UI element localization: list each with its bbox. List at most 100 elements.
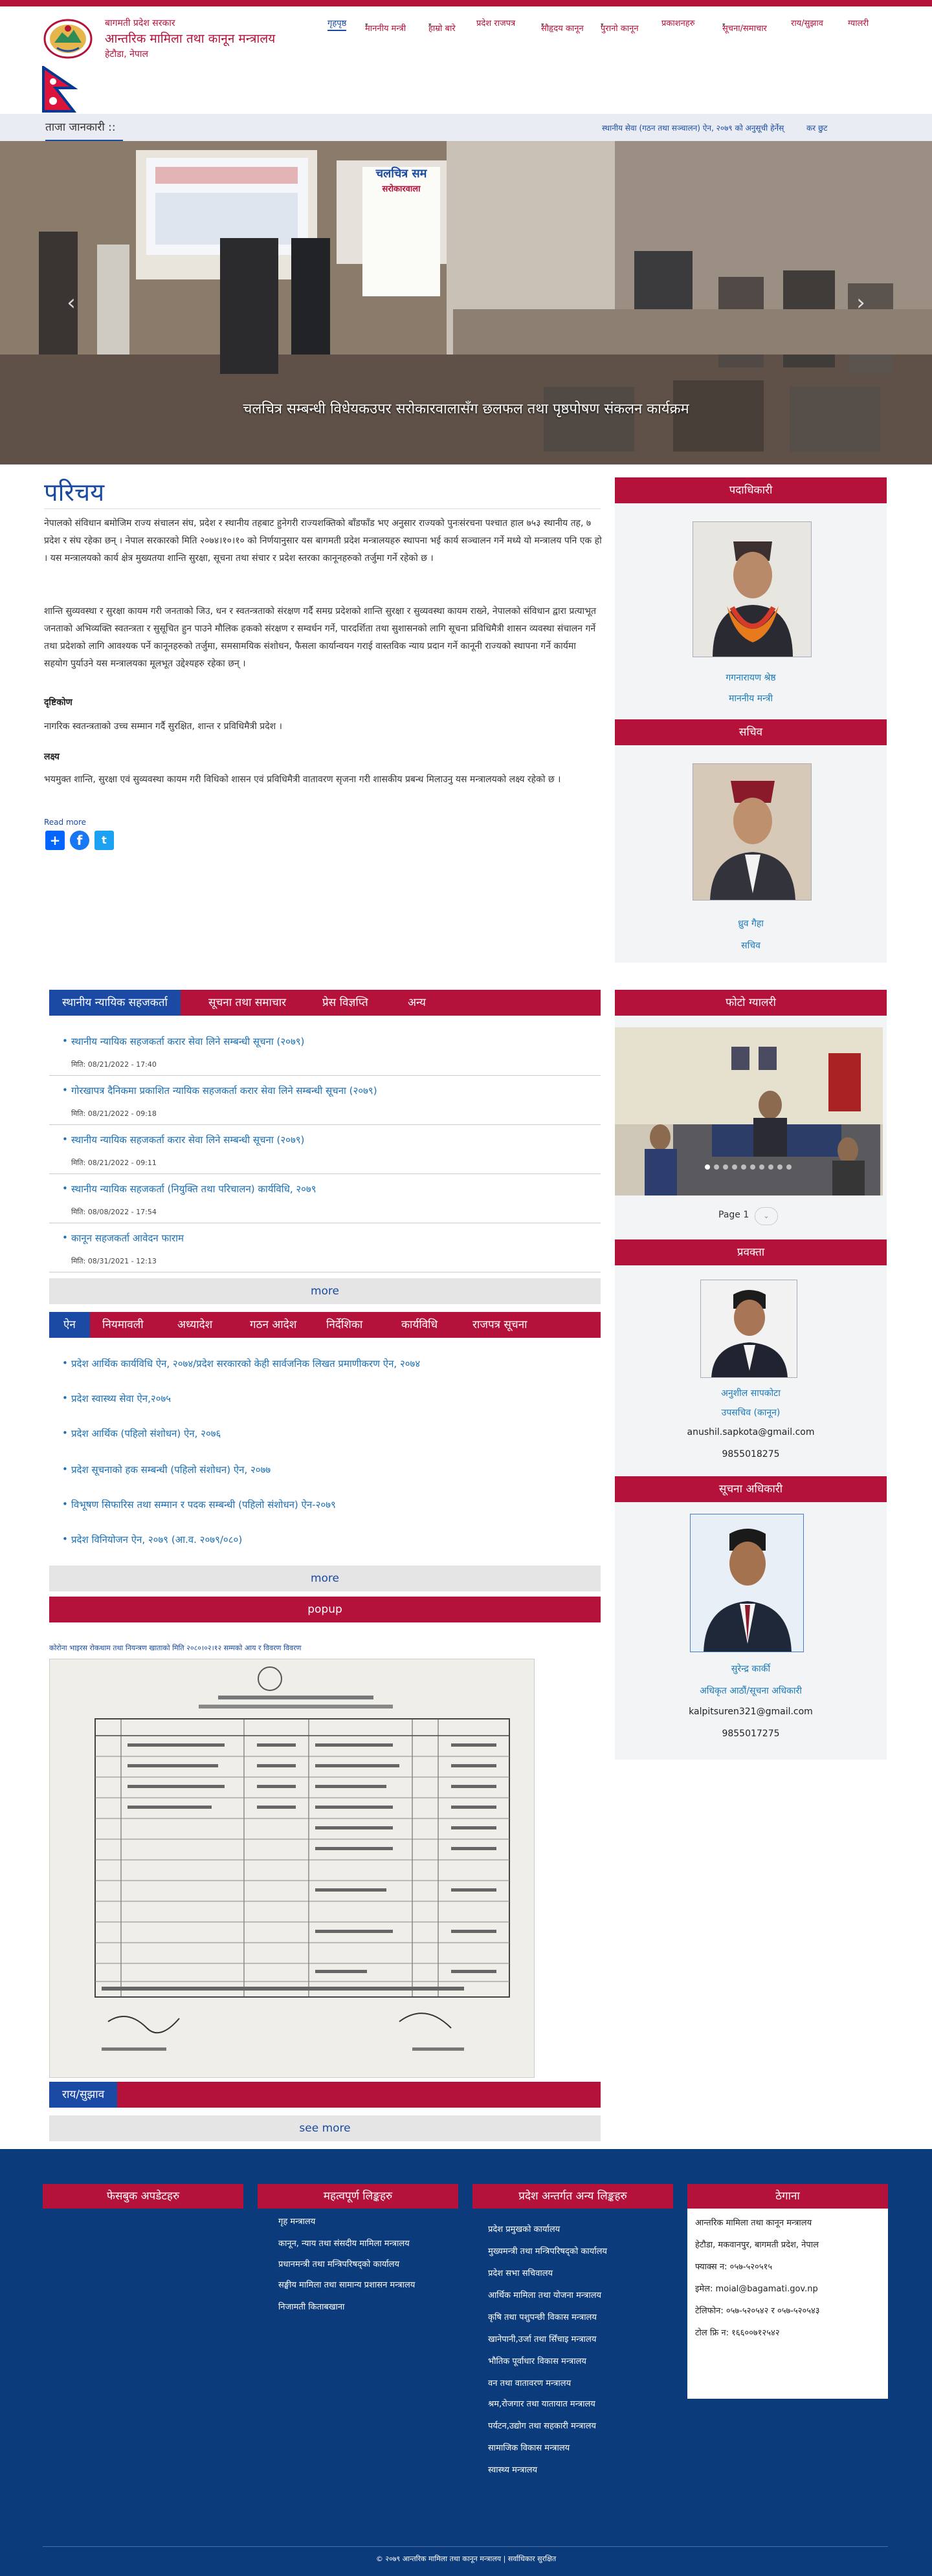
divider <box>43 2546 888 2547</box>
info-officer-phone: 9855017275 <box>722 1729 780 1739</box>
province-link[interactable]: कृषि तथा पशुपन्छी विकास मन्त्रालय <box>488 2311 597 2322</box>
minister-name[interactable]: गगनारायण श्रेष्ठ <box>615 671 887 684</box>
share-plus-icon[interactable]: + <box>45 831 65 850</box>
slider-next-arrow-icon[interactable]: › <box>848 290 874 316</box>
ticker-label: ताजा जानकारी :: <box>45 114 125 141</box>
photo-gallery-image[interactable] <box>615 1027 883 1195</box>
see-more-button[interactable]: see more <box>49 2115 601 2141</box>
government-emblem-logo[interactable] <box>43 18 93 60</box>
tab-press-release[interactable]: प्रेस विज्ञप्ति <box>309 990 381 1016</box>
tab-ordinances[interactable]: अध्यादेश <box>164 1312 225 1338</box>
info-officer-photo <box>690 1514 804 1652</box>
province-link[interactable]: आर्थिक मामिला तथा योजना मन्त्रालय <box>488 2289 601 2300</box>
divider <box>49 1075 601 1076</box>
chevron-down-icon: ▾ <box>601 22 604 28</box>
province-link[interactable]: प्रदेश सभा सचिवालय <box>488 2267 553 2278</box>
nav-feedback[interactable]: राय/सुझाव <box>791 17 823 28</box>
province-link[interactable]: भौतिक पूर्वाधार विकास मन्त्रालय <box>488 2355 586 2366</box>
news-item-link[interactable]: स्थानीय न्यायिक सहजकर्ता (नियुक्ति तथा प… <box>62 1183 316 1195</box>
laws-more-button[interactable]: more <box>49 1566 601 1591</box>
address-line: टोल फ्रि न: १६६००७१२५४२ <box>695 2328 780 2338</box>
act-link[interactable]: प्रदेश आर्थिक (पहिलो संशोधन) ऐन, २०७६ <box>62 1427 221 1440</box>
tab-directives[interactable]: निर्देशिका <box>313 1312 375 1338</box>
goal-heading: लक्ष्य <box>44 752 60 762</box>
news-item-link[interactable]: कानून सहजकर्ता आवेदन फाराम <box>62 1232 184 1245</box>
tab-feedback[interactable]: राय/सुझाव <box>49 2082 118 2108</box>
news-date: मिति: 08/21/2022 - 17:40 <box>71 1060 157 1069</box>
news-ticker: ताजा जानकारी :: स्थानीय सेवा (गठन तथा सञ… <box>0 114 932 141</box>
address-line: आन्तरिक मामिला तथा कानून मन्त्रालय <box>695 2218 812 2228</box>
spokesperson-email[interactable]: anushil.sapkota@gmail.com <box>615 1427 887 1437</box>
province-link[interactable]: सामाजिक विकास मन्त्रालय <box>488 2441 570 2453</box>
footer-link[interactable]: कानून, न्याय तथा संसदीय मामिला मन्त्रालय <box>278 2237 410 2249</box>
province-link[interactable]: पर्यटन,उद्योग तथा सहकारी मन्त्रालय <box>488 2419 596 2431</box>
news-item-link[interactable]: स्थानीय न्यायिक सहजकर्ता करार सेवा लिने … <box>62 1133 304 1146</box>
facebook-updates-heading: फेसबुक अपडेटहरु <box>43 2184 243 2209</box>
info-officer-email[interactable]: kalpitsuren321@gmail.com <box>615 1707 887 1717</box>
tab-judicial-facilitator[interactable]: स्थानीय न्यायिक सहजकर्ता <box>49 990 181 1016</box>
province-link[interactable]: स्वास्थ्य मन्त्रालय <box>488 2463 537 2475</box>
secretary-name[interactable]: ध्रुव गैहा <box>615 917 887 930</box>
secretary-photo <box>693 763 812 901</box>
spokesperson-heading: प्रवक्ता <box>615 1239 887 1265</box>
tab-procedures[interactable]: कार्यविधि <box>388 1312 450 1338</box>
tab-acts[interactable]: ऐन <box>49 1312 90 1338</box>
province-link[interactable]: खानेपानी,उर्जा तथा सिँचाइ मन्त्रालय <box>488 2333 596 2344</box>
chevron-down-icon: ▾ <box>541 22 544 28</box>
act-link[interactable]: प्रदेश विनियोजन ऐन, २०७९ (आ.व. २०७९/०८०) <box>62 1533 242 1546</box>
province-links-heading: प्रदेश अन्तर्गत अन्य लिङ्कहरु <box>472 2184 673 2209</box>
popup-caption-link[interactable]: कोरोना भाइरस रोकथाम तथा नियन्त्रण खाताको… <box>49 1643 302 1653</box>
top-accent-stripe <box>0 0 932 6</box>
act-link[interactable]: प्रदेश आर्थिक कार्यविधि ऐन, २०७४/प्रदेश … <box>62 1357 420 1370</box>
act-link[interactable]: प्रदेश स्वास्थ्य सेवा ऐन,२०७५ <box>62 1392 171 1405</box>
info-officer-name[interactable]: सुरेन्द्र कार्की <box>615 1663 887 1675</box>
gallery-dots[interactable] <box>704 1161 795 1170</box>
footer-link[interactable]: निजामती किताबखाना <box>278 2300 344 2312</box>
province-link[interactable]: मुख्यमन्त्री तथा मन्त्रिपरिषद्को कार्याल… <box>488 2245 607 2256</box>
tab-formation-orders[interactable]: गठन आदेश <box>237 1312 309 1338</box>
read-more-link[interactable]: Read more <box>44 818 86 827</box>
address-line: फ्याक्स न: ०५७-५२०५१५ <box>695 2262 773 2272</box>
act-link[interactable]: विभूषण सिफारिस तथा सम्मान र पदक सम्बन्धी… <box>62 1498 336 1511</box>
tab-gazette-notice[interactable]: राजपत्र सूचना <box>460 1312 540 1338</box>
nav-publications[interactable]: प्रकाशनहरु <box>661 17 694 28</box>
popup-document-image[interactable] <box>49 1659 535 2078</box>
intro-title: परिचय <box>44 478 105 507</box>
news-tabbar: स्थानीय न्यायिक सहजकर्ता सूचना तथा समाचा… <box>49 990 601 1016</box>
chevron-down-icon: ▾ <box>365 22 368 28</box>
spokesperson-photo <box>700 1280 797 1378</box>
divider <box>49 1124 601 1125</box>
spokesperson-name[interactable]: अनुशील सापकोटा <box>615 1387 887 1399</box>
address-box <box>687 2209 888 2399</box>
province-link[interactable]: श्रम,रोजगार तथा यातायात मन्त्रालय <box>488 2397 595 2409</box>
gallery-heading: फोटो ग्यालरी <box>615 990 887 1016</box>
ticker-item[interactable]: स्थानीय सेवा (गठन तथा सञ्चालन) ऐन, २०७९ … <box>602 122 784 133</box>
facebook-share-icon[interactable]: f <box>70 831 89 850</box>
news-item-link[interactable]: गोरखापत्र दैनिकमा प्रकाशित न्यायिक सहजकर… <box>62 1084 377 1097</box>
footer-link[interactable]: प्रधानमन्त्री तथा मन्त्रिपरिषद्को कार्या… <box>278 2258 399 2269</box>
news-date: मिति: 08/21/2022 - 09:18 <box>71 1109 157 1118</box>
act-link[interactable]: प्रदेश सूचनाको हक सम्बन्धी (पहिलो संशोधन… <box>62 1463 271 1476</box>
province-link[interactable]: प्रदेश प्रमुखको कार्यालय <box>488 2223 560 2234</box>
address-line[interactable]: इमेल: moial@bagamati.gov.np <box>695 2282 818 2294</box>
feedback-tabbar: राय/सुझाव <box>49 2082 601 2108</box>
ticker-item[interactable]: कर छुट <box>806 122 827 133</box>
nav-gallery[interactable]: ग्यालरी <box>848 17 869 28</box>
twitter-share-icon[interactable]: t <box>94 831 114 850</box>
secretary-heading: सचिव <box>615 719 887 745</box>
slider-prev-arrow-icon[interactable]: ‹ <box>58 290 84 316</box>
nav-home[interactable]: गृहपृष्ठ <box>327 17 347 31</box>
footer-link[interactable]: सङ्घीय मामिला तथा सामान्य प्रशासन मन्त्र… <box>278 2278 415 2290</box>
nav-gazette[interactable]: प्रदेश राजपत्र <box>476 17 515 28</box>
spokesperson-phone: 9855018275 <box>722 1449 780 1459</box>
divider <box>44 508 601 509</box>
news-item-link[interactable]: स्थानीय न्यायिक सहजकर्ता करार सेवा लिने … <box>62 1035 304 1048</box>
province-link[interactable]: वन तथा वातावरण मन्त्रालय <box>488 2377 571 2388</box>
org-line-2: आन्तरिक मामिला तथा कानून मन्त्रालय <box>105 32 276 46</box>
tab-regulations[interactable]: नियमावली <box>89 1312 157 1338</box>
news-more-button[interactable]: more <box>49 1278 601 1304</box>
tab-news[interactable]: सूचना तथा समाचार <box>195 990 299 1016</box>
tab-other[interactable]: अन्य <box>395 990 439 1016</box>
footer-link[interactable]: गृह मन्त्रालय <box>278 2215 315 2227</box>
chevron-down-icon[interactable]: ⌄ <box>755 1207 778 1225</box>
